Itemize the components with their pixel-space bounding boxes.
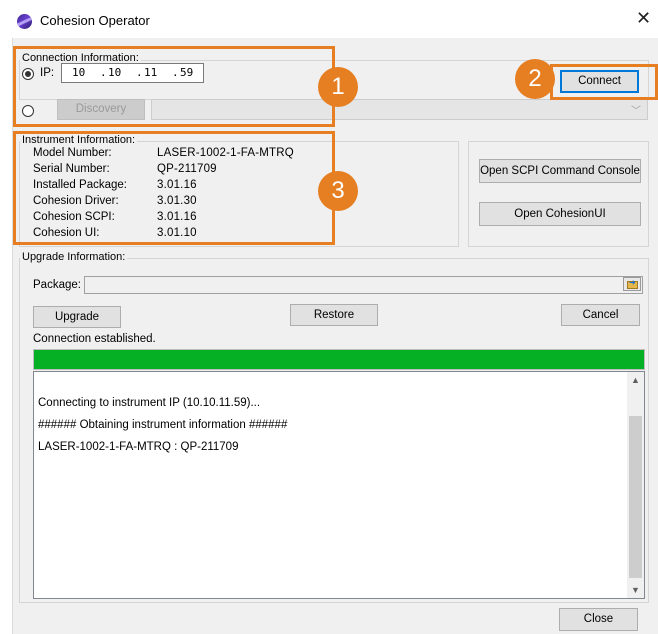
scrollbar-thumb[interactable] [629, 416, 642, 578]
log-line: Connecting to instrument IP (10.10.11.59… [38, 397, 261, 409]
package-label: Package: [33, 279, 81, 291]
client-area: Connection Information: IP: 10 . 10 . 11… [12, 38, 658, 634]
arrow-icon: ➜ [629, 278, 636, 287]
package-field[interactable] [84, 276, 643, 294]
open-cohesion-ui-button[interactable]: Open CohesionUI [479, 202, 641, 226]
folder-browse-icon[interactable]: ➜ [623, 277, 641, 291]
chevron-up-icon[interactable]: ▲ [627, 375, 644, 385]
callout-box-instrument [13, 131, 335, 245]
callout-badge-1: 1 [318, 67, 358, 107]
log-scrollbar[interactable]: ▲ ▼ [627, 372, 644, 598]
log-output[interactable]: Connecting to instrument IP (10.10.11.59… [33, 371, 645, 599]
log-line: LASER-1002-1-FA-MTRQ : QP-211709 [38, 441, 239, 453]
callout-badge-3: 3 [318, 171, 358, 211]
cohesion-app-icon [17, 14, 32, 29]
callout-box-connect [550, 64, 658, 100]
chevron-down-icon: ﹀ [631, 106, 641, 117]
chevron-down-icon[interactable]: ▼ [627, 585, 644, 595]
status-text: Connection established. [33, 333, 156, 345]
close-button[interactable]: Close [559, 608, 638, 631]
cancel-button[interactable]: Cancel [561, 304, 640, 326]
title-bar: Cohesion Operator ✕ [0, 0, 658, 38]
restore-button[interactable]: Restore [290, 304, 378, 326]
close-icon[interactable]: ✕ [636, 9, 651, 27]
tools-group [468, 141, 649, 247]
window-title: Cohesion Operator [40, 13, 150, 28]
log-line: ###### Obtaining instrument information … [38, 419, 288, 431]
progress-fill [34, 350, 644, 369]
upgrade-group-label: Upgrade Information: [20, 251, 128, 264]
callout-box-connection [13, 46, 335, 127]
open-scpi-console-button[interactable]: Open SCPI Command Console [479, 159, 641, 183]
callout-badge-2: 2 [515, 59, 555, 99]
progress-bar [33, 349, 645, 370]
upgrade-button[interactable]: Upgrade [33, 306, 121, 328]
